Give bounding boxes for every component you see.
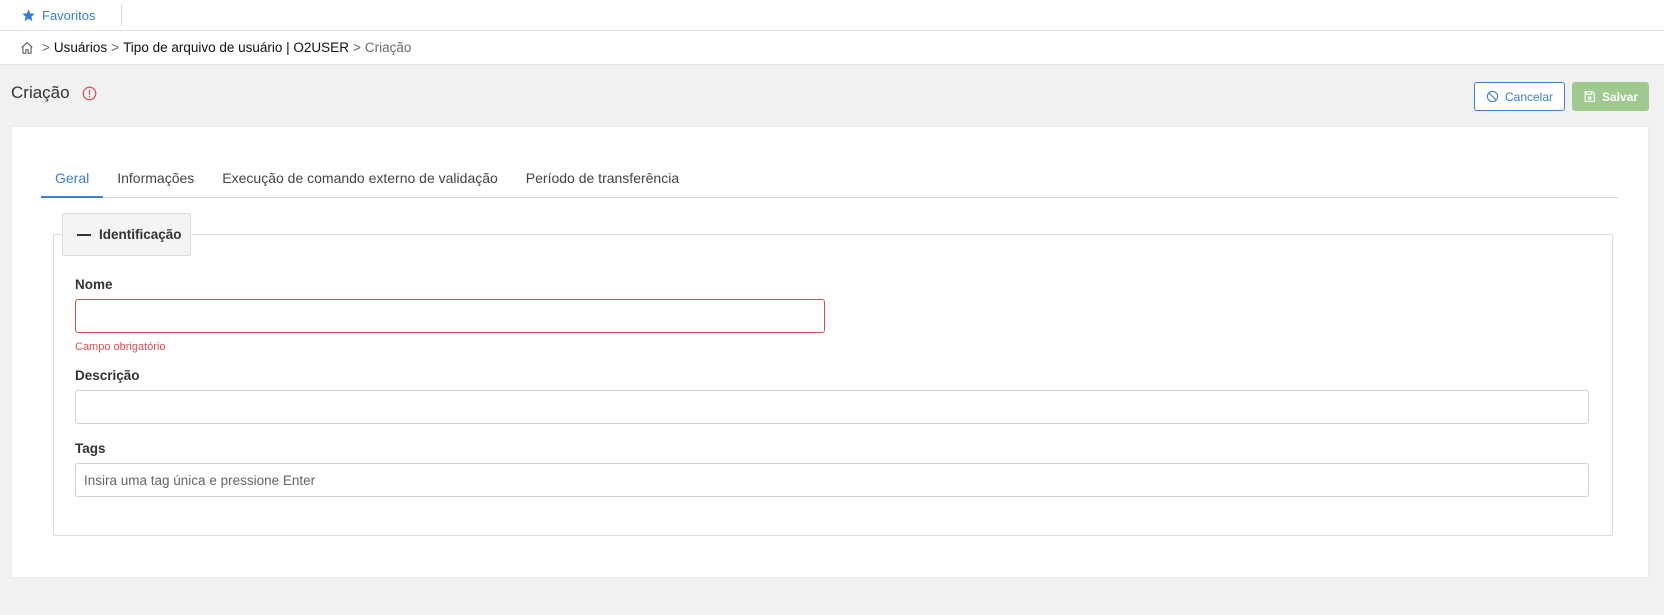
tab-periodo-transferencia[interactable]: Período de transferência: [512, 159, 693, 198]
cancel-label: Cancelar: [1504, 89, 1554, 104]
name-label: Nome: [75, 277, 113, 292]
tab-informacoes[interactable]: Informações: [103, 159, 208, 198]
breadcrumb-separator: >: [352, 40, 361, 55]
favorites-button[interactable]: Favoritos: [0, 4, 123, 26]
breadcrumb: > Usuários > Tipo de arquivo de usuário …: [0, 31, 1664, 65]
save-button[interactable]: Salvar: [1572, 82, 1649, 111]
name-input[interactable]: [75, 299, 825, 333]
description-label: Descrição: [75, 368, 140, 383]
description-input[interactable]: [75, 390, 1589, 424]
favorites-label: Favoritos: [42, 7, 96, 23]
tags-input[interactable]: [75, 463, 1589, 497]
breadcrumb-item-tipo-arquivo[interactable]: Tipo de arquivo de usuário | O2USER: [123, 40, 349, 55]
breadcrumb-separator: >: [111, 40, 120, 55]
breadcrumb-item-usuarios[interactable]: Usuários: [54, 40, 107, 55]
favorites-bar: Favoritos: [0, 0, 1664, 31]
breadcrumb-separator: >: [42, 40, 50, 55]
tags-label: Tags: [75, 441, 106, 456]
tab-geral[interactable]: Geral: [41, 159, 104, 198]
home-icon[interactable]: [20, 41, 34, 55]
form-card: Geral Informações Execução de comando ex…: [11, 126, 1649, 578]
tab-bar: Geral Informações Execução de comando ex…: [41, 159, 1618, 198]
identificacao-section: Identificação Nome Campo obrigatório Des…: [53, 213, 1613, 536]
alert-circle-icon: [82, 86, 96, 100]
cancel-button[interactable]: Cancelar: [1474, 82, 1565, 111]
page-title-text: Criação: [11, 83, 70, 102]
section-toggle[interactable]: Identificação: [62, 213, 191, 256]
floppy-disk-icon: [1584, 91, 1595, 102]
tab-execucao-comando[interactable]: Execução de comando externo de validação: [208, 159, 512, 198]
star-icon: [22, 8, 35, 21]
breadcrumb-current: Criação: [364, 40, 412, 55]
section-title: Identificação: [99, 227, 182, 242]
page-title: Criação: [11, 83, 97, 103]
name-error-message: Campo obrigatório: [75, 341, 166, 353]
ban-icon: [1486, 90, 1499, 103]
minus-icon: [77, 233, 91, 236]
save-label: Salvar: [1601, 89, 1639, 104]
